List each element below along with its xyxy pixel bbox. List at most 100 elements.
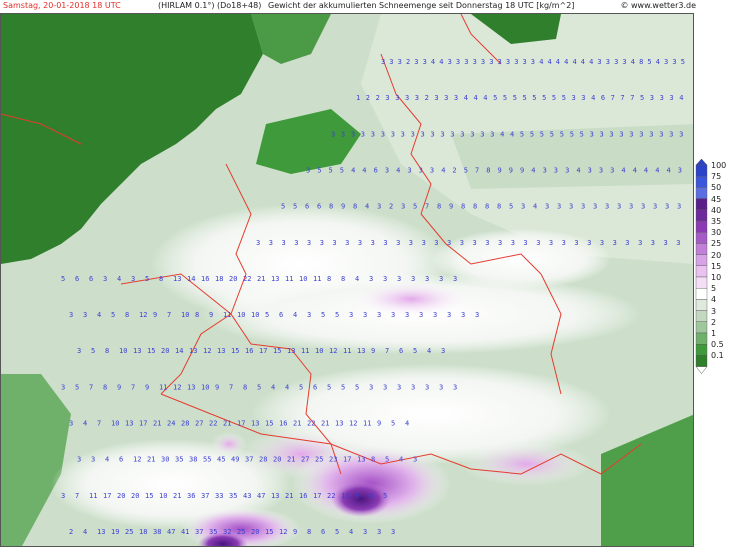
snow-value: 4 xyxy=(548,58,552,66)
snow-max-west xyxy=(211,432,247,456)
snow-value: 3 xyxy=(679,130,683,138)
snow-value: 4 xyxy=(349,528,353,536)
snow-value: 12 xyxy=(203,347,211,355)
snow-value: 3 xyxy=(606,58,610,66)
snow-value: 17 xyxy=(313,492,321,500)
legend-label: 2 xyxy=(711,317,717,327)
snow-value: 3 xyxy=(625,239,629,247)
snow-value: 16 xyxy=(279,420,287,428)
snow-value: 9 xyxy=(449,203,453,211)
snow-value: 3 xyxy=(395,94,399,102)
snow-value: 3 xyxy=(543,167,547,175)
snow-value: 3 xyxy=(588,167,592,175)
snow-value: 3 xyxy=(345,239,349,247)
snow-value: 3 xyxy=(593,203,597,211)
snow-value: 3 xyxy=(665,203,669,211)
snow-value: 25 xyxy=(237,528,245,536)
snow-value: 4 xyxy=(83,420,87,428)
snow-value: 10 xyxy=(119,347,127,355)
snow-value: 6 xyxy=(317,203,321,211)
snow-value: 8 xyxy=(437,203,441,211)
snow-value: 3 xyxy=(430,167,434,175)
snow-value: 5 xyxy=(493,94,497,102)
snow-value: 4 xyxy=(621,167,625,175)
snow-value: 18 xyxy=(215,275,223,283)
snow-value: 13 xyxy=(125,420,133,428)
snow-value: 3 xyxy=(405,94,409,102)
snow-value: 3 xyxy=(371,239,375,247)
snow-value: 3 xyxy=(307,311,311,319)
snow-value: 5 xyxy=(335,528,339,536)
legend-swatch xyxy=(695,321,708,334)
snow-value: 4 xyxy=(644,167,648,175)
snow-value: 8 xyxy=(327,275,331,283)
snow-value: 3 xyxy=(490,130,494,138)
legend-label: 25 xyxy=(711,239,722,249)
snow-value: 21 xyxy=(153,420,161,428)
snow-value: 3 xyxy=(409,239,413,247)
snow-value: 6 xyxy=(89,275,93,283)
snow-value: 3 xyxy=(511,239,515,247)
snow-value: 3 xyxy=(485,239,489,247)
snow-value: 3 xyxy=(381,130,385,138)
snow-value: 5 xyxy=(145,275,149,283)
snow-value: 3 xyxy=(61,383,65,391)
snow-value: 9 xyxy=(509,167,513,175)
snow-value: 3 xyxy=(91,456,95,464)
snow-value: 3 xyxy=(448,58,452,66)
snow-value: 3 xyxy=(613,239,617,247)
snow-value: 6 xyxy=(75,275,79,283)
snow-value: 38 xyxy=(153,528,161,536)
legend-label: 50 xyxy=(711,183,722,193)
snow-value: 3 xyxy=(383,275,387,283)
snow-value: 13 xyxy=(357,347,365,355)
snow-value: 3 xyxy=(425,275,429,283)
snow-value: 3 xyxy=(473,239,477,247)
snow-value: 5 xyxy=(513,94,517,102)
model-label: (HIRLAM 0.1°) (Do18+48) xyxy=(158,1,262,10)
snow-value: 11 xyxy=(285,275,293,283)
snow-value: 3 xyxy=(411,275,415,283)
snow-value: 3 xyxy=(664,58,668,66)
snow-value: 4 xyxy=(573,58,577,66)
snow-value: 2 xyxy=(366,94,370,102)
snow-value: 3 xyxy=(391,130,395,138)
snow-value: 5 xyxy=(640,94,644,102)
snow-value: 22 xyxy=(243,275,251,283)
snow-value: 5 xyxy=(385,456,389,464)
snow-value: 8 xyxy=(461,203,465,211)
snow-value: 3 xyxy=(629,203,633,211)
snow-value: 3 xyxy=(549,239,553,247)
snow-value: 8 xyxy=(159,275,163,283)
snow-value: 3 xyxy=(294,239,298,247)
snow-value: 4 xyxy=(105,456,109,464)
snow-value: 3 xyxy=(377,311,381,319)
snow-value: 13 xyxy=(173,275,181,283)
snow-value: 5 xyxy=(340,167,344,175)
snow-value: 2 xyxy=(425,94,429,102)
snow-value: 3 xyxy=(454,94,458,102)
snow-value: 3 xyxy=(444,94,448,102)
snow-value: 24 xyxy=(167,420,175,428)
snow-value: 3 xyxy=(391,528,395,536)
snow-value: 20 xyxy=(273,456,281,464)
snow-value: 17 xyxy=(343,456,351,464)
snow-value: 3 xyxy=(385,167,389,175)
snow-value: 4 xyxy=(533,203,537,211)
snow-value: 3 xyxy=(678,167,682,175)
snow-value: 3 xyxy=(614,58,618,66)
snow-value: 3 xyxy=(407,167,411,175)
snow-value: 12 xyxy=(349,420,357,428)
snow-value: 36 xyxy=(187,492,195,500)
snow-value: 10 xyxy=(111,420,119,428)
snow-value: 7 xyxy=(385,347,389,355)
snow-value: 3 xyxy=(439,383,443,391)
map-description: Gewicht der akkumulierten Schneemenge se… xyxy=(268,1,575,10)
snow-value: 6 xyxy=(321,528,325,536)
snow-value: 3 xyxy=(363,311,367,319)
snow-value: 5 xyxy=(383,492,387,500)
snow-value: 3 xyxy=(77,347,81,355)
snow-value: 8 xyxy=(341,275,345,283)
snow-value: 9 xyxy=(153,311,157,319)
snow-value: 13 xyxy=(341,492,349,500)
